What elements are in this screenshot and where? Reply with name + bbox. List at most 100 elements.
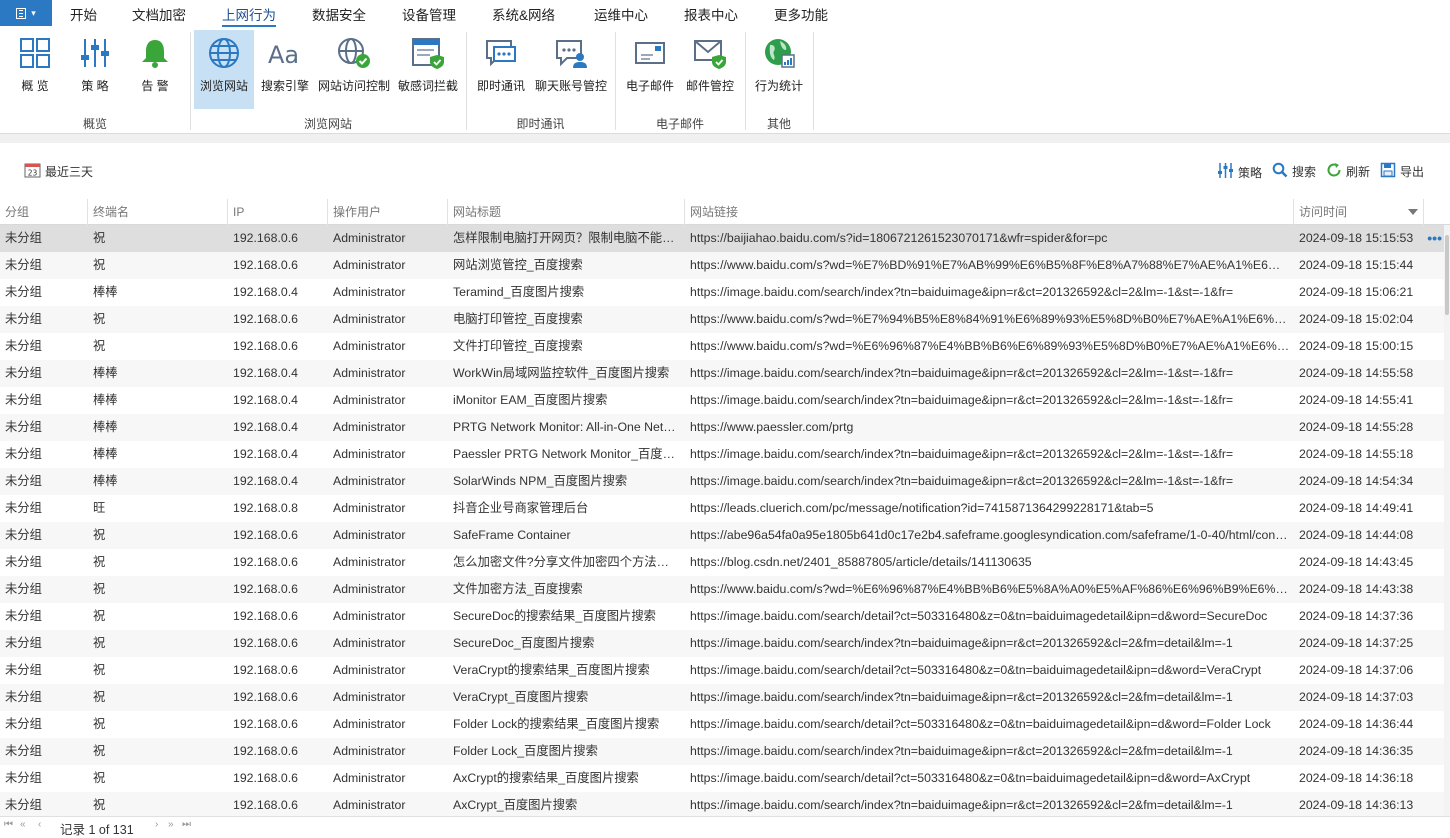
menu-start[interactable]: 开始 (70, 4, 97, 24)
cell-ip: 192.168.0.6 (233, 582, 298, 596)
policy-toolbar-button[interactable]: 策略 (1217, 162, 1262, 182)
cell-user: Administrator (333, 474, 406, 488)
cell-user: Administrator (333, 393, 406, 407)
cell-site-url: https://image.baidu.com/search/detail?ct… (690, 771, 1251, 785)
cell-terminal-name: 棒棒 (93, 474, 118, 488)
sensitive-word-block-button[interactable]: 敏感词拦截 (396, 30, 460, 109)
table-row[interactable]: 未分组 棒棒 192.168.0.4 Administrator WorkWin局域网监… (0, 360, 1444, 387)
cell-terminal-name: 祝 (93, 339, 106, 353)
vertical-scrollbar[interactable] (1444, 225, 1450, 816)
chat-user-icon (552, 33, 590, 73)
sliders-icon (1217, 162, 1234, 182)
cell-visit-time: 2024-09-18 14:55:28 (1299, 420, 1414, 434)
table-row[interactable]: 未分组 棒棒 192.168.0.4 Administrator iMonitor EA… (0, 387, 1444, 414)
table-row[interactable]: 未分组 棒棒 192.168.0.4 Administrator PRTG Networ… (0, 414, 1444, 441)
overview-button[interactable]: 概 览 (12, 30, 58, 109)
menu-system-network[interactable]: 系统&网络 (492, 4, 555, 24)
col-site-url[interactable]: 网站链接 (685, 199, 1294, 225)
table-row[interactable]: 未分组 祝 192.168.0.6 Administrator AxCrypt_百度图片… (0, 792, 1444, 816)
table-row[interactable]: 未分组 旺 192.168.0.8 Administrator 抖音企业号商家管理后台 h… (0, 495, 1444, 522)
search-button[interactable]: 搜索 (1272, 162, 1316, 181)
table-row[interactable]: 未分组 祝 192.168.0.6 Administrator 文件加密方法_百度搜索 h… (0, 576, 1444, 603)
table-row[interactable]: 未分组 祝 192.168.0.6 Administrator AxCrypt的搜索结果… (0, 765, 1444, 792)
app-menu-button[interactable]: ▾ (0, 0, 52, 26)
export-label: 导出 (1400, 165, 1425, 179)
cell-site-url: https://image.baidu.com/search/detail?ct… (690, 609, 1268, 623)
cell-ip: 192.168.0.6 (233, 798, 298, 812)
svg-text:Aa: Aa (268, 41, 299, 69)
table-row[interactable]: 未分组 祝 192.168.0.6 Administrator 怎样限制电脑打开网页？限… (0, 225, 1444, 252)
table-row[interactable]: 未分组 祝 192.168.0.6 Administrator 文件打印管控_百度搜索 h… (0, 333, 1444, 360)
cell-group: 未分组 (5, 555, 42, 569)
alert-button[interactable]: 告 警 (132, 30, 178, 109)
policy-button[interactable]: 策 略 (72, 30, 118, 109)
table-row[interactable]: 未分组 祝 192.168.0.6 Administrator VeraCrypt的搜索… (0, 657, 1444, 684)
behavior-stats-button[interactable]: 行为统计 (752, 30, 806, 109)
cell-site-url: https://abe96a54fa0a95e1805b641d0c17e2b4… (690, 528, 1290, 542)
cell-group: 未分组 (5, 501, 42, 515)
cell-ip: 192.168.0.6 (233, 312, 298, 326)
website-access-control-button[interactable]: 网站访问控制 (316, 30, 392, 109)
table-row[interactable]: 未分组 祝 192.168.0.6 Administrator 网站浏览管控_百度搜索 h… (0, 252, 1444, 279)
first-page-icon[interactable]: ⏮ (4, 819, 13, 830)
next-record-icon[interactable]: › (155, 819, 158, 830)
cell-ip: 192.168.0.4 (233, 393, 298, 407)
more-options-icon[interactable]: ••• (1427, 231, 1442, 245)
table-row[interactable]: 未分组 祝 192.168.0.6 Administrator SecureDoc的搜索… (0, 603, 1444, 630)
refresh-button[interactable]: 刷新 (1326, 162, 1370, 181)
table-row[interactable]: 未分组 祝 192.168.0.6 Administrator SafeFrame Co… (0, 522, 1444, 549)
cell-user: Administrator (333, 231, 406, 245)
browse-websites-button[interactable]: 浏览网站 (194, 30, 254, 109)
menu-data-security[interactable]: 数据安全 (312, 4, 366, 24)
email-control-button[interactable]: 邮件管控 (682, 30, 738, 109)
col-ip[interactable]: IP (228, 199, 328, 225)
group-label-browse: 浏览网站 (303, 117, 352, 131)
email-button[interactable]: 电子邮件 (622, 30, 678, 109)
policy-label: 策 略 (81, 79, 109, 93)
col-site-title[interactable]: 网站标题 (448, 199, 685, 225)
cell-terminal-name: 祝 (93, 555, 106, 569)
table-row[interactable]: 未分组 祝 192.168.0.6 Administrator Folder Lock_… (0, 738, 1444, 765)
next-page-icon[interactable]: » (168, 819, 174, 830)
date-range-button[interactable]: 23 最近三天 (24, 162, 93, 181)
menu-web-behavior[interactable]: 上网行为 (222, 4, 276, 27)
menu-more-features[interactable]: 更多功能 (774, 4, 828, 24)
prev-page-icon[interactable]: « (20, 819, 26, 830)
cell-user: Administrator (333, 447, 406, 461)
col-group[interactable]: 分组 (0, 199, 88, 225)
table-row[interactable]: 未分组 棒棒 192.168.0.4 Administrator Paessler PR… (0, 441, 1444, 468)
menu-report-center[interactable]: 报表中心 (684, 4, 738, 24)
prev-record-icon[interactable]: ‹ (38, 819, 41, 830)
scrollbar-thumb[interactable] (1445, 235, 1449, 315)
cell-ip: 192.168.0.4 (233, 447, 298, 461)
instant-messaging-button[interactable]: 即时通讯 (474, 30, 528, 109)
table-row[interactable]: 未分组 祝 192.168.0.6 Administrator SecureDoc_百度… (0, 630, 1444, 657)
behavior-stats-label: 行为统计 (754, 79, 803, 93)
export-button[interactable]: 导出 (1380, 162, 1424, 181)
col-terminal-name[interactable]: 终端名 (88, 199, 228, 225)
cell-site-url: https://image.baidu.com/search/index?tn=… (690, 744, 1233, 758)
table-row[interactable]: 未分组 棒棒 192.168.0.4 Administrator SolarWinds … (0, 468, 1444, 495)
col-user[interactable]: 操作用户 (328, 199, 448, 225)
chat-account-control-button[interactable]: 聊天账号管控 (532, 30, 610, 109)
search-icon (1272, 162, 1288, 181)
cell-ip: 192.168.0.6 (233, 609, 298, 623)
last-page-icon[interactable]: ⏭ (182, 819, 191, 830)
search-engine-button[interactable]: Aa 搜索引擎 (258, 30, 312, 109)
cell-ip: 192.168.0.6 (233, 231, 298, 245)
refresh-label: 刷新 (1346, 165, 1371, 179)
menu-device-management[interactable]: 设备管理 (402, 4, 456, 24)
chat-account-control-label: 聊天账号管控 (534, 79, 607, 93)
table-row[interactable]: 未分组 祝 192.168.0.6 Administrator VeraCrypt_百度… (0, 684, 1444, 711)
menu-ops-center[interactable]: 运维中心 (594, 4, 648, 24)
cell-visit-time: 2024-09-18 15:02:04 (1299, 312, 1414, 326)
table-row[interactable]: 未分组 棒棒 192.168.0.4 Administrator Teramind_百度… (0, 279, 1444, 306)
cell-group: 未分组 (5, 717, 42, 731)
menu-doc-encrypt[interactable]: 文档加密 (132, 4, 186, 24)
table-row[interactable]: 未分组 祝 192.168.0.6 Administrator Folder Lock的… (0, 711, 1444, 738)
col-visit-time[interactable]: 访问时间 (1294, 199, 1424, 225)
table-row[interactable]: 未分组 祝 192.168.0.6 Administrator 怎么加密文件?分享文件加… (0, 549, 1444, 576)
group-label-overview: 概览 (82, 117, 107, 131)
cell-visit-time: 2024-09-18 14:37:36 (1299, 609, 1414, 623)
table-row[interactable]: 未分组 祝 192.168.0.6 Administrator 电脑打印管控_百度搜索 h… (0, 306, 1444, 333)
